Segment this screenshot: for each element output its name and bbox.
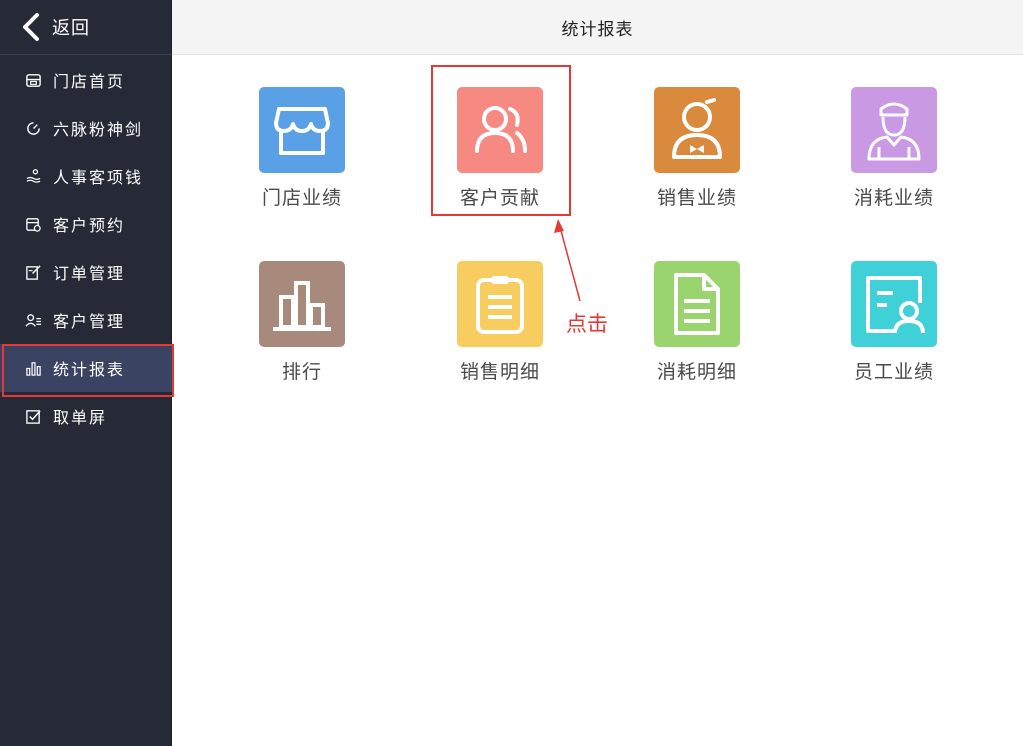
ranking-bars-icon xyxy=(259,261,345,347)
arrow-annotation-icon xyxy=(554,219,581,302)
sidebar-item-label: 取单屏 xyxy=(53,408,108,427)
employee-card-icon xyxy=(851,261,937,347)
people-money-icon xyxy=(24,167,42,185)
sidebar-item-label: 人事客项钱 xyxy=(53,168,144,187)
storefront-icon xyxy=(259,87,345,173)
report-label: 门店业绩 xyxy=(261,187,342,209)
calendar-icon xyxy=(24,215,42,233)
sidebar-item-appointment[interactable]: 客户预约 xyxy=(0,200,172,248)
sidebar-item-customers[interactable]: 客户管理 xyxy=(0,296,172,344)
click-annotation: 点击 xyxy=(566,312,608,336)
page-header: 统计报表 xyxy=(172,0,1023,55)
sidebar-item-store-home[interactable]: 门店首页 xyxy=(0,56,172,104)
sidebar-item-renshi[interactable]: 人事客项钱 xyxy=(0,152,172,200)
chevron-left-icon xyxy=(23,13,39,41)
report-tile-customer-contribution[interactable]: 客户贡献 xyxy=(440,87,560,227)
customers-icon xyxy=(457,87,543,173)
checkbox-icon xyxy=(24,407,42,425)
report-tile-consumption-performance[interactable]: 消耗业绩 xyxy=(834,87,954,227)
sidebar-item-label: 客户管理 xyxy=(53,312,126,331)
sidebar-item-label: 门店首页 xyxy=(53,72,126,91)
customer-list-icon xyxy=(24,311,42,329)
report-tile-employee-performance[interactable]: 员工业绩 xyxy=(834,261,954,401)
sidebar-item-label: 统计报表 xyxy=(53,360,126,379)
report-label: 消耗明细 xyxy=(656,361,737,383)
report-tile-store-performance[interactable]: 门店业绩 xyxy=(242,87,362,227)
report-label: 员工业绩 xyxy=(853,361,934,383)
salesperson-icon xyxy=(654,87,740,173)
sidebar-item-orders[interactable]: 订单管理 xyxy=(0,248,172,296)
report-label: 消耗业绩 xyxy=(853,187,934,209)
report-label: 客户贡献 xyxy=(459,187,540,209)
worker-icon xyxy=(851,87,937,173)
document-icon xyxy=(654,261,740,347)
sidebar-item-label: 六脉粉神剑 xyxy=(53,120,144,139)
bar-chart-icon xyxy=(24,359,42,377)
page-title: 统计报表 xyxy=(561,19,634,40)
report-tile-sales-performance[interactable]: 销售业绩 xyxy=(637,87,757,227)
sidebar-item-statistics[interactable]: 统计报表 xyxy=(0,344,174,397)
report-label: 销售明细 xyxy=(459,361,540,383)
report-tile-ranking[interactable]: 排行 xyxy=(242,261,362,401)
sidebar-item-liumai[interactable]: 六脉粉神剑 xyxy=(0,104,172,152)
clipboard-icon xyxy=(457,261,543,347)
sidebar-item-pickup-screen[interactable]: 取单屏 xyxy=(0,392,172,440)
sidebar-item-label: 订单管理 xyxy=(53,264,126,283)
back-label: 返回 xyxy=(52,18,90,39)
order-edit-icon xyxy=(24,263,42,281)
back-button[interactable]: 返回 xyxy=(0,0,172,55)
report-label: 销售业绩 xyxy=(656,187,737,209)
sidebar-item-label: 客户预约 xyxy=(53,216,126,235)
gauge-icon xyxy=(24,119,42,137)
report-tile-consumption-detail[interactable]: 消耗明细 xyxy=(637,261,757,401)
sidebar-nav: 门店首页 六脉粉神剑 人事客项钱 客户预约 订单管理 客户管理 统计报表 取单屏 xyxy=(0,56,174,440)
store-icon xyxy=(24,71,42,89)
sidebar: 返回 门店首页 六脉粉神剑 人事客项钱 客户预约 订单管理 客户管理 统计报表 … xyxy=(0,0,174,746)
report-label: 排行 xyxy=(281,361,322,383)
